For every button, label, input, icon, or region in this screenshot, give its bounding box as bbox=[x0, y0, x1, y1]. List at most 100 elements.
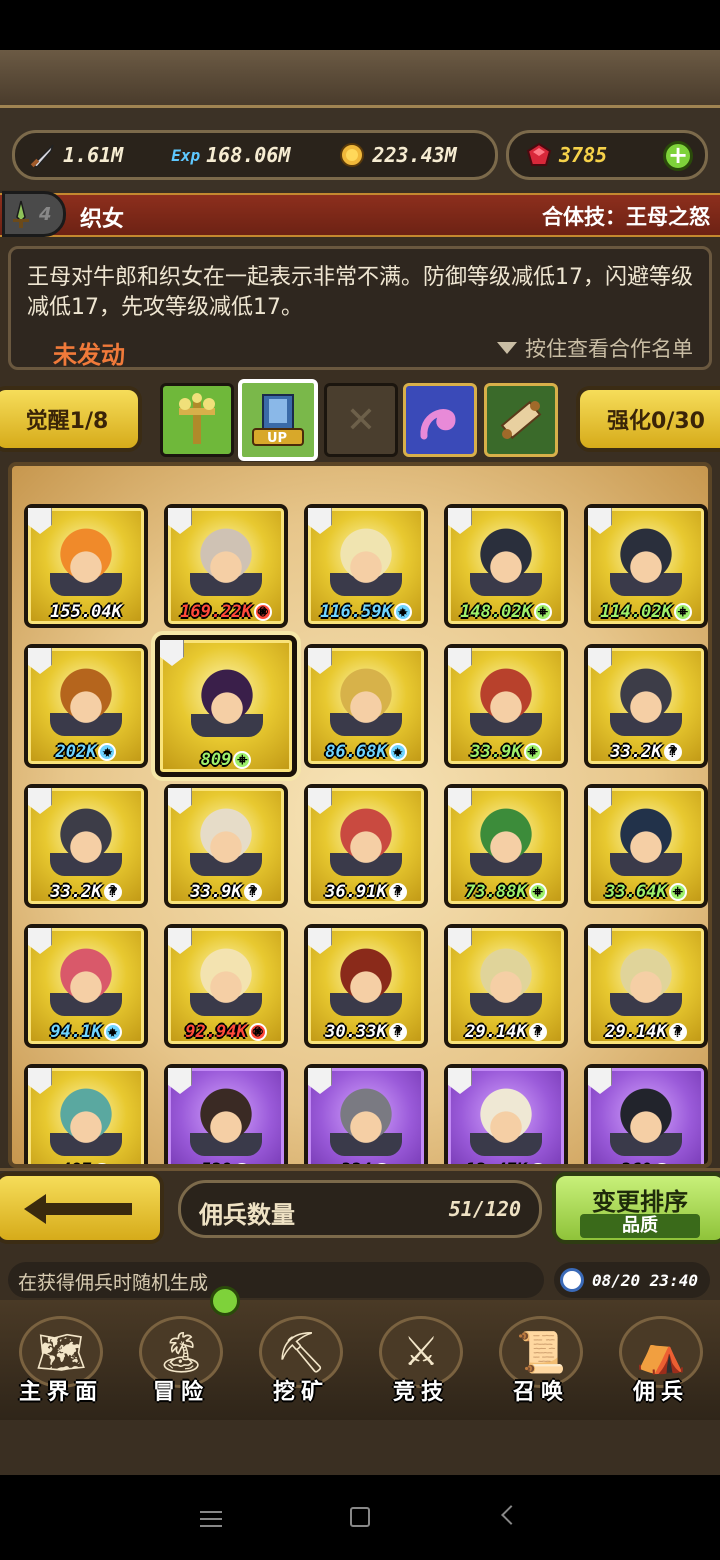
mercenary-card[interactable]: 12.47K★ bbox=[444, 1064, 568, 1164]
tag-icon bbox=[448, 928, 472, 954]
mercenary-card[interactable]: 324+ bbox=[304, 1064, 428, 1164]
scroll-icon[interactable] bbox=[484, 383, 558, 457]
hero-portrait bbox=[50, 940, 122, 1016]
mercenary-card[interactable]: 116.59K ★ bbox=[304, 504, 428, 628]
mercenary-card[interactable]: 36.91K? bbox=[304, 784, 428, 908]
hero-badge-icon: ★ bbox=[103, 1023, 122, 1041]
mercenary-card[interactable]: 528⊘ bbox=[164, 1064, 288, 1164]
nav-button-4[interactable]: 📜 召唤 bbox=[482, 1306, 600, 1406]
mercenary-count-pill: 佣兵数量 51/120 bbox=[178, 1180, 542, 1238]
hero-badge-icon: ⊘ bbox=[248, 1023, 267, 1041]
hero-portrait bbox=[470, 660, 542, 736]
hero-power-value: 33.9K bbox=[190, 882, 242, 902]
add-gems-button[interactable]: + bbox=[663, 141, 693, 171]
hold-view-hint: 按住查看合作名单 bbox=[525, 337, 693, 361]
tentacle-icon[interactable] bbox=[403, 383, 477, 457]
mercenary-card[interactable]: 30.33K? bbox=[304, 924, 428, 1048]
hero-power-value: 94.1K bbox=[50, 1022, 102, 1042]
hero-portrait bbox=[190, 940, 262, 1016]
hero-portrait bbox=[330, 800, 402, 876]
tag-icon bbox=[308, 788, 332, 814]
home-icon[interactable] bbox=[350, 1507, 370, 1527]
hero-power: 809 + bbox=[160, 750, 292, 770]
hero-power: 73.88K + bbox=[448, 882, 564, 902]
up-book-icon[interactable]: UP bbox=[238, 379, 318, 461]
mercenary-card[interactable]: 73.88K + bbox=[444, 784, 568, 908]
hero-badge-icon: + bbox=[528, 883, 547, 901]
mercenary-card[interactable]: 92.94K ⊘ bbox=[164, 924, 288, 1048]
nav-button-1[interactable]: 🏝 冒险 bbox=[122, 1306, 240, 1406]
skill-description-panel: 王母对牛郎和织女在一起表示非常不满。防御等级减低17，闪避等级减低17，先攻等级… bbox=[8, 246, 712, 370]
nav-button-5[interactable]: ⛺ 佣兵 bbox=[602, 1306, 720, 1406]
hero-badge-icon: ★ bbox=[98, 743, 117, 761]
android-nav-bar bbox=[0, 1475, 720, 1560]
skill-status: 未发动 bbox=[53, 341, 125, 369]
tag-icon bbox=[28, 648, 52, 674]
mercenary-card[interactable]: 33.9K + bbox=[444, 644, 568, 768]
hero-power-value: 29.14K bbox=[605, 1022, 667, 1042]
mercenary-grid: 155.04K 169.22K ⊘ 116.59K ★ 148.02K +114.02K +2… bbox=[8, 462, 712, 1168]
hero-badge-icon: ? bbox=[388, 883, 407, 901]
mercenary-card[interactable]: 809 + bbox=[155, 635, 297, 777]
back-button[interactable] bbox=[0, 1172, 164, 1244]
mercenary-card[interactable]: 33.2K? bbox=[24, 784, 148, 908]
mercenary-card[interactable]: 202K ★ bbox=[24, 644, 148, 768]
hero-power-value: 148.02K bbox=[460, 602, 532, 622]
mercenary-card[interactable]: 33.64K + bbox=[584, 784, 708, 908]
mercenary-card[interactable]: 148.02K + bbox=[444, 504, 568, 628]
mercenary-card[interactable]: 29.14K? bbox=[584, 924, 708, 1048]
tag-icon bbox=[308, 928, 332, 954]
hero-power: 92.94K ⊘ bbox=[168, 1022, 284, 1042]
tag-icon bbox=[28, 788, 52, 814]
hero-badge-icon: ? bbox=[663, 743, 682, 761]
hero-portrait bbox=[610, 800, 682, 876]
enhance-button[interactable]: 强化0/30 bbox=[576, 386, 720, 452]
hold-view-partners[interactable]: 按住查看合作名单 bbox=[497, 333, 693, 363]
mercenary-card[interactable]: 169.22K ⊘ bbox=[164, 504, 288, 628]
hero-badge-icon: ? bbox=[668, 1023, 687, 1041]
nav-button-0[interactable]: 🗺 主界面 bbox=[2, 1306, 120, 1406]
hero-portrait bbox=[470, 1080, 542, 1156]
empty-slot-icon[interactable]: ✕ bbox=[324, 383, 398, 457]
hero-badge-icon: ? bbox=[528, 1023, 547, 1041]
hero-portrait bbox=[330, 520, 402, 596]
nav-button-3[interactable]: ⚔ 竞技 bbox=[362, 1306, 480, 1406]
tag-icon bbox=[588, 788, 612, 814]
mercenary-card[interactable]: 33.2K? bbox=[584, 644, 708, 768]
hero-power-value: 202K bbox=[55, 742, 97, 762]
ruby-icon bbox=[525, 141, 553, 169]
hero-power: 116.59K ★ bbox=[308, 602, 424, 622]
gem-value: 3785 bbox=[559, 143, 608, 167]
top-decor-strip bbox=[0, 50, 720, 108]
skill-description: 王母对牛郎和织女在一起表示非常不满。防御等级减低17，闪避等级减低17，先攻等级… bbox=[27, 265, 693, 320]
back-nav-icon[interactable] bbox=[501, 1505, 521, 1525]
mercenary-card[interactable]: 260+ bbox=[584, 1064, 708, 1164]
tag-icon bbox=[588, 928, 612, 954]
mercenary-card[interactable]: 86.68K ★ bbox=[304, 644, 428, 768]
mercenary-card[interactable]: 487⊘ bbox=[24, 1064, 148, 1164]
tag-icon bbox=[588, 648, 612, 674]
tip-pill: 在获得佣兵时随机生成 bbox=[8, 1262, 544, 1298]
clock-icon bbox=[560, 1268, 584, 1292]
change-sort-button[interactable]: 变更排序 品质 bbox=[552, 1172, 720, 1244]
sort-mode: 品质 bbox=[580, 1214, 700, 1238]
skill-level: 4 bbox=[39, 203, 52, 225]
mercenary-card[interactable]: 29.14K? bbox=[444, 924, 568, 1048]
nav-button-2[interactable]: ⛏ 挖矿 bbox=[242, 1306, 360, 1406]
mercenary-card[interactable]: 114.02K + bbox=[584, 504, 708, 628]
hero-badge-icon: + bbox=[673, 603, 692, 621]
awaken-button[interactable]: 觉醒1/8 bbox=[0, 386, 142, 452]
hero-portrait bbox=[50, 1080, 122, 1156]
tag-icon bbox=[308, 508, 332, 534]
mercenary-card[interactable]: 155.04K bbox=[24, 504, 148, 628]
tree-icon[interactable] bbox=[160, 383, 234, 457]
mercenary-card[interactable]: 94.1K ★ bbox=[24, 924, 148, 1048]
hero-power-value: 36.91K bbox=[325, 882, 387, 902]
hero-power: 36.91K? bbox=[308, 882, 424, 902]
hero-power-value: 33.64K bbox=[605, 882, 667, 902]
hero-power: 155.04K bbox=[28, 602, 144, 622]
tag-icon bbox=[168, 1068, 192, 1094]
hero-badge-icon: ★ bbox=[393, 603, 412, 621]
menu-icon[interactable] bbox=[200, 1511, 222, 1527]
mercenary-card[interactable]: 33.9K? bbox=[164, 784, 288, 908]
